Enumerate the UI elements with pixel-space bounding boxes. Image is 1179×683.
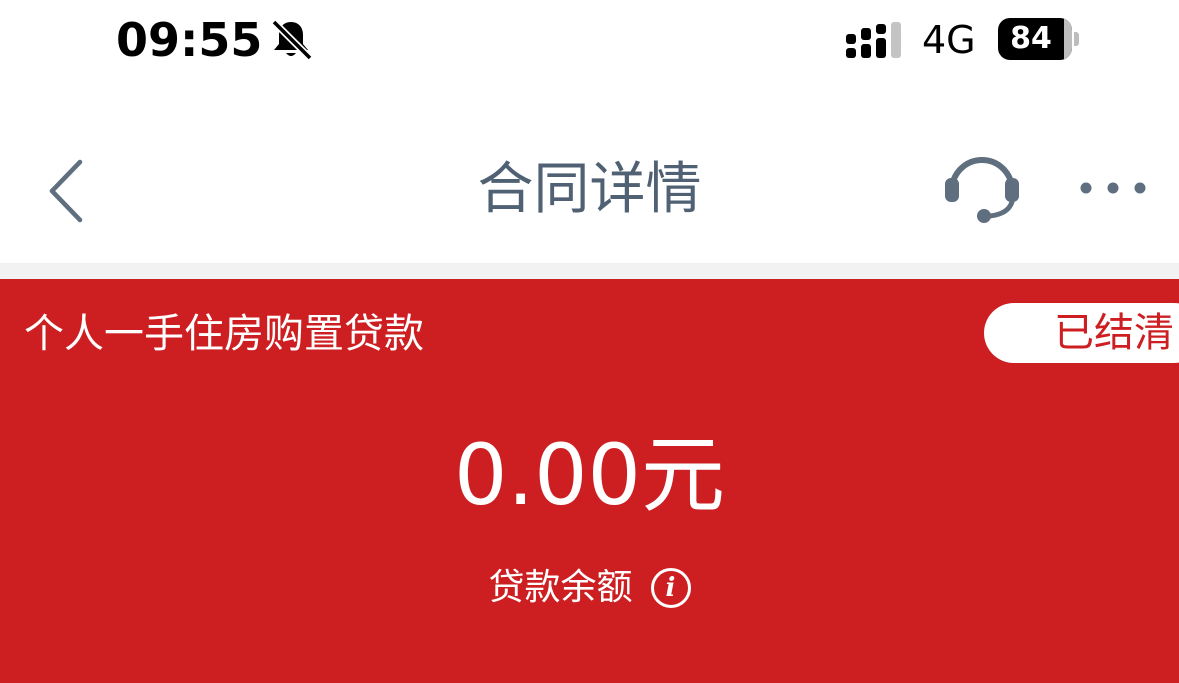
status-badge: 已结清	[984, 303, 1179, 363]
more-button[interactable]	[1076, 170, 1152, 206]
signal-icon	[846, 22, 901, 58]
bell-slash-icon	[271, 19, 313, 61]
network-label: 4G	[922, 18, 976, 62]
balance-label-row: 贷款余额 i	[0, 565, 1179, 615]
more-dots-icon	[1080, 182, 1146, 194]
customer-service-button[interactable]	[938, 148, 1026, 228]
loan-summary-card: 个人一手住房购置贷款 已结清 0.00元 贷款余额 i	[0, 279, 1179, 683]
battery-body: 84	[998, 18, 1072, 60]
status-time: 09:55	[116, 13, 263, 67]
status-bar: 09:55 4G 84	[0, 0, 1179, 84]
headset-icon	[945, 157, 1019, 223]
battery-empty-segment	[1064, 18, 1072, 60]
loan-type-label: 个人一手住房购置贷款	[24, 311, 424, 357]
nav-bar: 合同详情	[0, 120, 1179, 262]
battery-tip	[1074, 32, 1079, 46]
contract-detail-screen: 09:55 4G 84 合同详情 个人一手住房购置贷款 已结清 0.00元 贷款…	[0, 0, 1179, 683]
info-icon[interactable]: i	[650, 568, 691, 608]
loan-balance-label: 贷款余额	[488, 567, 633, 608]
section-divider	[0, 263, 1179, 279]
battery-level: 84	[1010, 21, 1052, 56]
loan-balance-amount: 0.00元	[453, 426, 726, 524]
battery-icon: 84	[998, 18, 1082, 60]
status-badge-text: 已结清	[1054, 310, 1174, 356]
